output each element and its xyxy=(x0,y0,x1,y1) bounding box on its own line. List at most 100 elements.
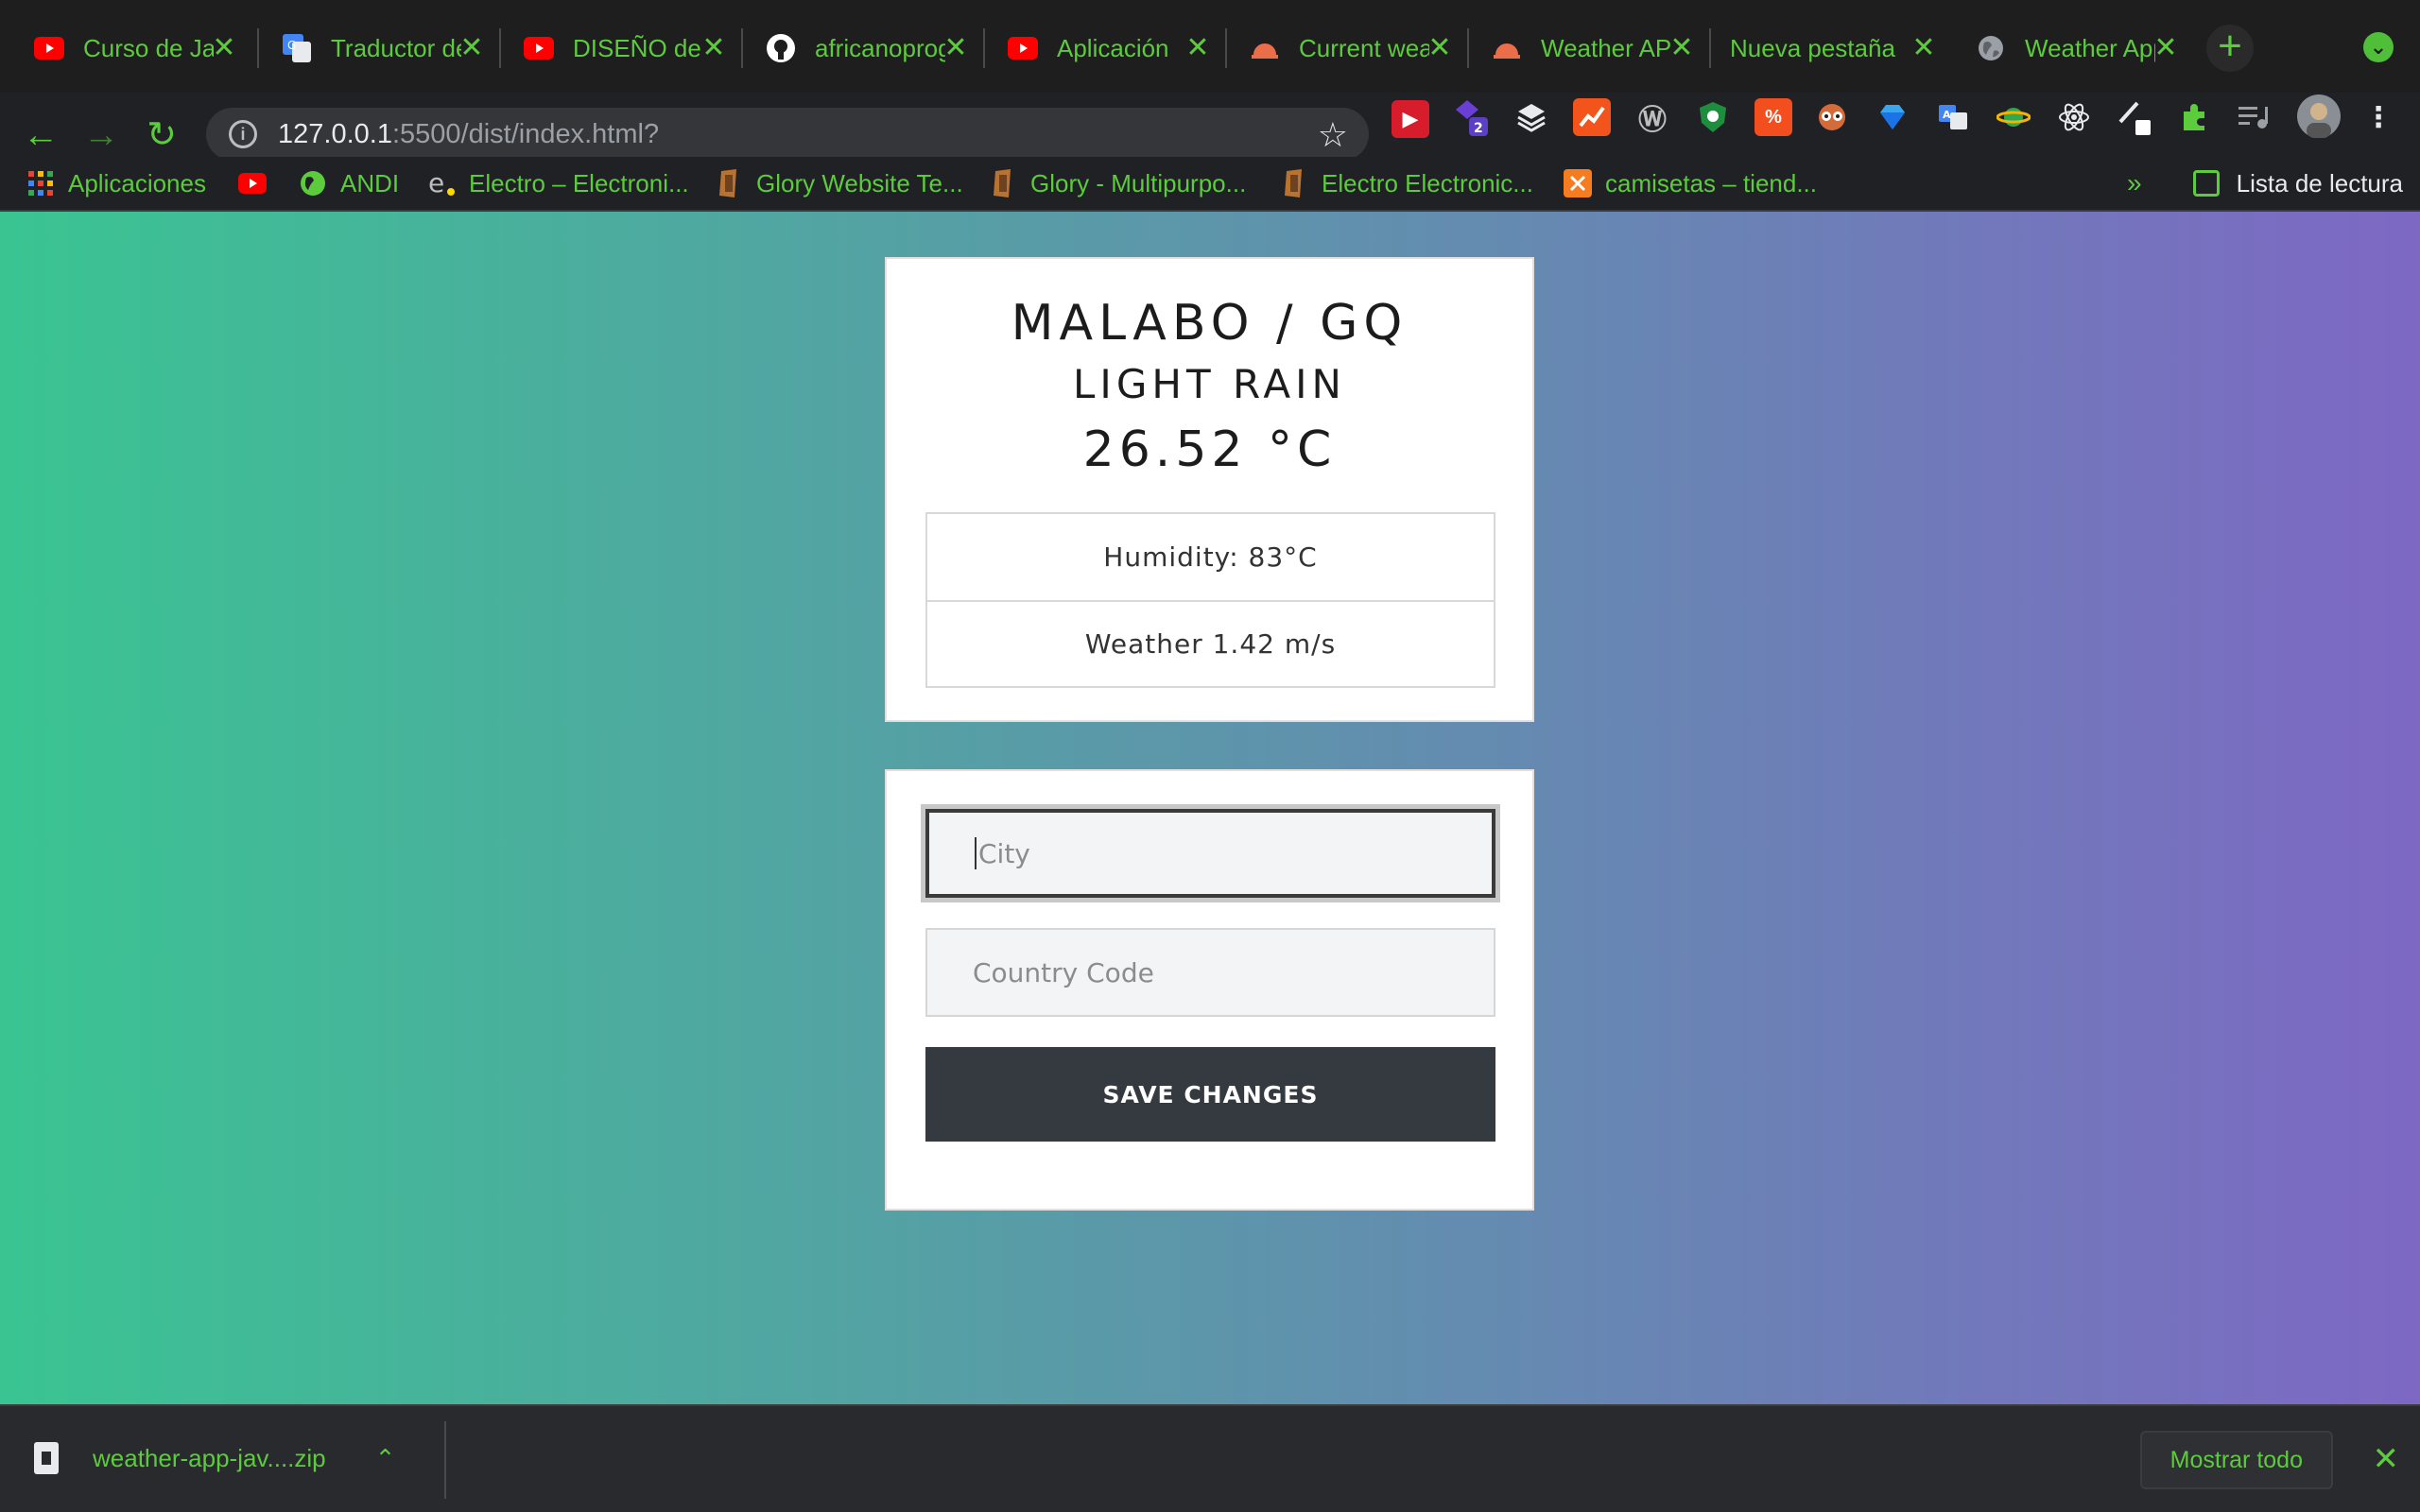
close-icon[interactable]: ✕ xyxy=(456,32,488,64)
bookmark-label: Aplicaciones xyxy=(68,168,206,198)
tab-label: DISEÑO de xyxy=(573,33,701,62)
country-code-input[interactable]: Country Code xyxy=(925,928,1495,1017)
bookmark-label: Electro – Electroni... xyxy=(469,168,689,198)
wordpress-icon[interactable]: Ⓦ xyxy=(1634,98,1671,136)
svg-text:G: G xyxy=(287,39,296,52)
tab-diseno[interactable]: DISEÑO de ✕ xyxy=(503,15,743,81)
zip-file-icon xyxy=(34,1442,59,1474)
tab-label: Weather App xyxy=(2025,33,2155,62)
weather-card: MALABO / GQ LIGHT RAIN 26.52 °C Humidity… xyxy=(885,257,1534,722)
bookmark-label: camisetas – tiend... xyxy=(1605,168,1817,198)
extension-diamond-icon[interactable] xyxy=(1874,98,1911,136)
chevron-down-icon[interactable]: ⌄ xyxy=(2363,32,2394,62)
menu-kebab-icon[interactable]: ⋮ xyxy=(2360,98,2397,136)
extension-percent-icon[interactable]: % xyxy=(1754,98,1792,136)
avatar[interactable] xyxy=(2297,94,2341,138)
tab-separator xyxy=(499,28,501,68)
glory-icon xyxy=(715,169,743,198)
text-caret xyxy=(975,837,977,869)
site-info-icon[interactable]: i xyxy=(229,120,257,148)
bookmark-aplicaciones[interactable]: Aplicaciones xyxy=(26,164,206,202)
close-icon[interactable]: ✕ xyxy=(698,32,730,64)
extension-planet-icon[interactable] xyxy=(1995,98,2032,136)
bookmark-electro[interactable]: e Electro – Electroni... xyxy=(427,164,689,202)
tab-separator xyxy=(983,28,985,68)
close-icon[interactable]: ✕ xyxy=(1908,32,1940,64)
bookmarks-bar: Aplicaciones ANDI e Electro – Electroni.… xyxy=(0,157,2420,212)
bookmark-star-icon[interactable]: ☆ xyxy=(1318,115,1348,155)
tab-github[interactable]: africanoprogramador ✕ xyxy=(745,15,985,81)
more-bookmarks-chevron[interactable]: » xyxy=(2127,168,2142,198)
close-icon[interactable]: ✕ xyxy=(940,32,972,64)
city-input[interactable]: City xyxy=(921,804,1500,902)
wind-row: Weather 1.42 m/s xyxy=(927,600,1494,686)
tab-curso-javascript[interactable]: Curso de JavaScript ✕ xyxy=(13,15,253,81)
bookmark-label: Glory - Multipurpo... xyxy=(1030,168,1247,198)
tab-separator xyxy=(257,28,259,68)
media-control-icon[interactable] xyxy=(2235,98,2273,136)
show-all-downloads-button[interactable]: Mostrar todo xyxy=(2139,1431,2333,1489)
bookmark-electro-electronic[interactable]: Electro Electronic... xyxy=(1280,164,1533,202)
reading-list-button[interactable]: Lista de lectura xyxy=(2192,164,2403,202)
extension-red-play-icon[interactable]: ▶ xyxy=(1392,100,1429,138)
divider xyxy=(444,1421,446,1499)
tab-separator xyxy=(1225,28,1227,68)
page-viewport: MALABO / GQ LIGHT RAIN 26.52 °C Humidity… xyxy=(0,212,2420,1404)
tab-aplicacion[interactable]: Aplicación ✕ xyxy=(987,15,1227,81)
weather-details-list: Humidity: 83°C Weather 1.42 m/s xyxy=(925,512,1495,688)
extension-purple-gem-icon[interactable]: 2 xyxy=(1452,98,1490,136)
bookmark-glory-website[interactable]: Glory Website Te... xyxy=(715,164,963,202)
svg-text:A: A xyxy=(1943,109,1951,121)
location-title: MALABO / GQ xyxy=(1011,295,1409,352)
country-code-placeholder: Country Code xyxy=(973,956,1154,988)
tab-label: Current weather xyxy=(1299,33,1429,62)
url-host: 127.0.0.1 xyxy=(278,118,392,149)
close-icon[interactable]: ✕ xyxy=(1424,32,1456,64)
bookmark-camisetas[interactable]: camisetas – tiend... xyxy=(1564,164,1817,202)
tab-weather-app-active[interactable]: Weather App ✕ xyxy=(1955,15,2195,81)
bookmark-label: Glory Website Te... xyxy=(756,168,963,198)
tab-current-weather[interactable]: Current weather ✕ xyxy=(1229,15,1469,81)
new-tab-button[interactable]: + xyxy=(2206,25,2254,72)
reading-list-label: Lista de lectura xyxy=(2236,168,2403,198)
bookmark-andi[interactable]: ANDI xyxy=(299,164,399,202)
svg-text:2: 2 xyxy=(1474,121,1483,136)
tab-traductor[interactable]: G Traductor de Google ✕ xyxy=(261,15,501,81)
globe-icon xyxy=(1976,33,2006,63)
extension-pen-icon[interactable] xyxy=(2116,98,2153,136)
tab-weather-api[interactable]: Weather API ✕ xyxy=(1471,15,1711,81)
extensions-puzzle-icon[interactable] xyxy=(2176,98,2214,136)
humidity-row: Humidity: 83°C xyxy=(1103,541,1318,573)
react-devtools-icon[interactable] xyxy=(2055,98,2093,136)
download-item[interactable]: weather-app-jav....zip ⌃ xyxy=(34,1435,395,1482)
back-arrow-icon[interactable]: ← xyxy=(19,113,62,157)
extension-shield-icon[interactable] xyxy=(1694,98,1732,136)
reload-icon[interactable]: ↻ xyxy=(140,113,183,157)
extension-chart-icon[interactable] xyxy=(1573,98,1611,136)
close-icon[interactable]: ✕ xyxy=(2373,1440,2400,1478)
save-changes-button[interactable]: SAVE CHANGES xyxy=(925,1047,1495,1142)
temperature: 26.52 °C xyxy=(1082,421,1337,478)
close-icon[interactable]: ✕ xyxy=(208,32,240,64)
github-icon xyxy=(766,33,796,63)
tab-label: africanoprogramador xyxy=(815,33,945,62)
forward-arrow-icon[interactable]: → xyxy=(79,113,123,157)
openweather-icon xyxy=(1250,33,1280,63)
glory-icon xyxy=(989,169,1017,198)
xampp-icon xyxy=(1564,169,1592,198)
address-bar[interactable]: i 127.0.0.1:5500/dist/index.html? ☆ xyxy=(206,108,1369,161)
close-icon[interactable]: ✕ xyxy=(2150,32,2182,64)
tab-separator xyxy=(1709,28,1711,68)
chevron-up-icon[interactable]: ⌃ xyxy=(375,1444,396,1473)
extension-owl-icon[interactable] xyxy=(1813,98,1851,136)
city-placeholder: City xyxy=(978,837,1030,869)
bookmark-youtube[interactable] xyxy=(238,164,280,202)
tab-nueva-pestana[interactable]: Nueva pestaña ✕ xyxy=(1713,15,1953,81)
bookmark-glory-multipurpose[interactable]: Glory - Multipurpo... xyxy=(989,164,1246,202)
close-icon[interactable]: ✕ xyxy=(1666,32,1698,64)
close-icon[interactable]: ✕ xyxy=(1182,32,1214,64)
extension-translate-icon[interactable]: A xyxy=(1934,98,1972,136)
openweather-icon xyxy=(1492,33,1522,63)
e-logo-icon: e xyxy=(427,169,456,198)
extension-layers-icon[interactable] xyxy=(1512,98,1550,136)
